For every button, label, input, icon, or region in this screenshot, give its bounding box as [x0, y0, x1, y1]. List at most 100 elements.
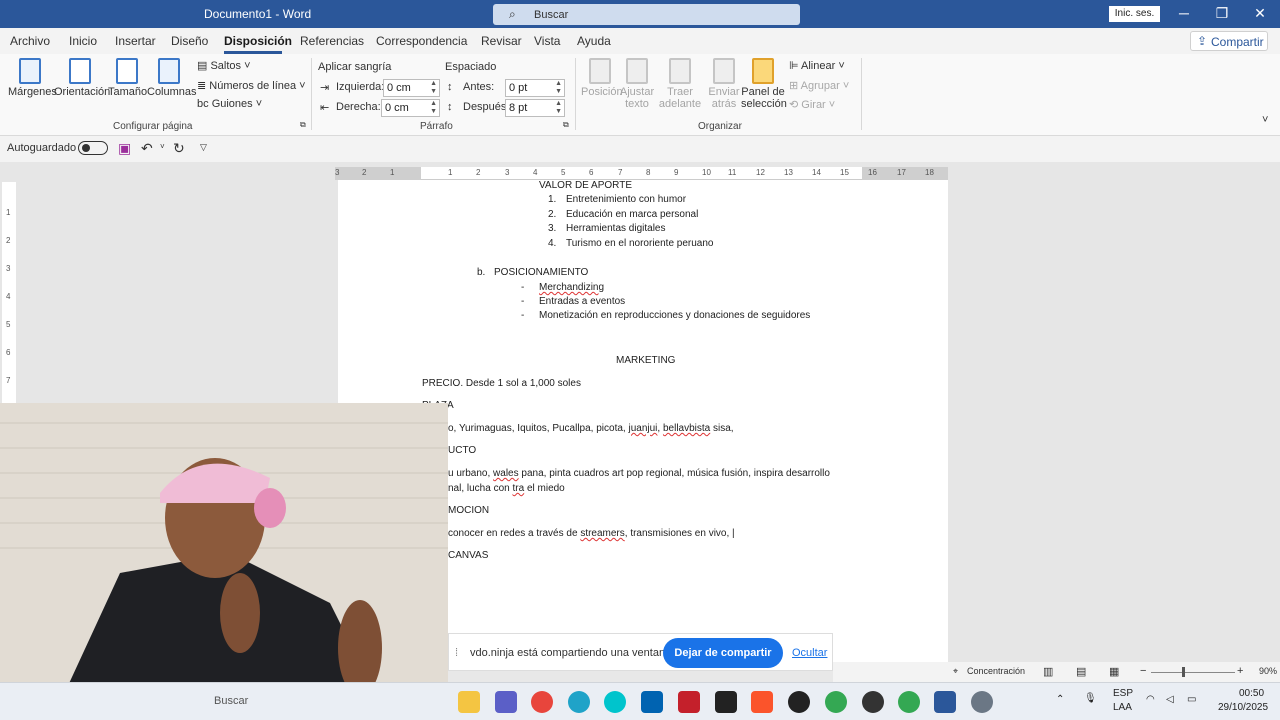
store-icon[interactable] [641, 691, 663, 713]
read-mode-icon[interactable]: ▥ [1043, 665, 1053, 678]
tab-revisar[interactable]: Revisar [481, 34, 522, 48]
margins-button[interactable]: Márgenes [8, 58, 57, 98]
tab-referencias[interactable]: Referencias [300, 34, 364, 48]
word-icon[interactable] [934, 691, 956, 713]
volume-icon[interactable]: ◁ [1166, 694, 1174, 705]
spinner-arrows-icon[interactable]: ▲ ▼ [555, 100, 562, 116]
undo-dropdown-icon[interactable]: ˅ [160, 142, 165, 151]
spinner-arrows-icon[interactable]: ▲ ▼ [555, 80, 562, 96]
collapse-ribbon-icon[interactable]: ˅ [1262, 114, 1268, 126]
bring-forward-button[interactable]: Traer adelante [655, 58, 705, 110]
print-layout-icon[interactable]: ▤ [1076, 665, 1086, 678]
tab-correspondencia[interactable]: Correspondencia [376, 34, 467, 48]
chrome-alt-icon[interactable] [898, 691, 920, 713]
columns-button[interactable]: Columnas [147, 58, 197, 98]
tab-archivo[interactable]: Archivo [10, 34, 50, 48]
focus-icon[interactable]: ⌖ [953, 666, 958, 677]
clock-date[interactable]: 29/10/2025 [1218, 702, 1268, 713]
share-icon: ⇪ [1197, 34, 1208, 48]
stop-sharing-button[interactable]: Dejar de compartir [663, 638, 783, 668]
close-button[interactable]: ✕ [1250, 5, 1270, 23]
list-item: Merchandizing [539, 282, 605, 293]
line-numbers-button[interactable]: ≣ Números de línea ˅ [197, 79, 306, 92]
spinner-arrows-icon[interactable]: ▲ ▼ [430, 100, 437, 116]
autosave-toggle[interactable] [78, 141, 108, 155]
spacing-after-input[interactable]: 8 pt ▲ ▼ [505, 99, 565, 117]
tab-inicio[interactable]: Inicio [69, 34, 97, 48]
chrome-icon[interactable] [531, 691, 553, 713]
bring-forward-icon [669, 58, 691, 84]
search-box[interactable]: ⌕ Buscar [493, 4, 800, 25]
edge-icon[interactable] [568, 691, 590, 713]
chrome-profile-icon[interactable] [825, 691, 847, 713]
tab-diseno[interactable]: Diseño [171, 34, 208, 48]
maximize-button[interactable]: ❐ [1212, 5, 1232, 23]
send-backward-button[interactable]: Enviar atrás [705, 58, 743, 110]
selection-pane-button[interactable]: Panel de selección [741, 58, 787, 110]
brave-icon[interactable] [751, 691, 773, 713]
settings-icon[interactable] [971, 691, 993, 713]
minimize-button[interactable]: ─ [1174, 5, 1194, 23]
focus-mode-label[interactable]: Concentración [967, 666, 1025, 676]
spacing-before-icon: ↕ [447, 81, 453, 93]
text-run: streamers [580, 528, 625, 539]
sign-in-button[interactable]: Inic. ses. [1109, 6, 1160, 22]
orientation-button[interactable]: Orientación [54, 58, 110, 98]
orientation-icon [69, 58, 91, 84]
ruler-tick: 3 [335, 168, 340, 177]
obs-icon[interactable] [862, 691, 884, 713]
zoom-out-button[interactable]: − [1140, 665, 1146, 677]
share-button[interactable]: ⇪ Compartir [1190, 31, 1268, 51]
group-button[interactable]: ⊞ Agrupar ˅ [789, 79, 849, 92]
tab-vista[interactable]: Vista [534, 34, 560, 48]
zoom-level[interactable]: 90% [1259, 666, 1277, 676]
list-number: 4. [548, 238, 557, 249]
wifi-icon[interactable]: ◠ [1146, 694, 1155, 705]
tab-disposicion[interactable]: Disposición [224, 34, 292, 48]
clock-time[interactable]: 00:50 [1239, 688, 1264, 699]
zoom-slider-track[interactable] [1151, 672, 1235, 673]
rotate-button[interactable]: ⟲ Girar ˅ [789, 98, 835, 111]
drag-handle-icon[interactable]: ⁞ [455, 647, 458, 659]
ribbon: Márgenes Orientación Tamaño Columnas ▤ S… [0, 54, 1280, 136]
hyphenation-button[interactable]: bc Guiones ˅ [197, 98, 262, 110]
wrap-text-button[interactable]: Ajustar texto [619, 58, 655, 110]
arrange-group-label: Organizar [698, 121, 742, 132]
align-button[interactable]: ⊫ Alinear ˅ [789, 59, 845, 72]
indent-left-input[interactable]: 0 cm ▲ ▼ [383, 79, 440, 97]
zoom-in-button[interactable]: + [1237, 665, 1243, 677]
microphone-icon[interactable]: 🎙 [1084, 693, 1097, 704]
tray-chevron-icon[interactable]: ⌃ [1056, 694, 1064, 705]
capcut-icon[interactable] [715, 691, 737, 713]
customize-toolbar-icon[interactable]: ▽ [200, 142, 207, 153]
redo-icon[interactable]: ↻ [173, 140, 185, 157]
spacing-before-input[interactable]: 0 pt ▲ ▼ [505, 79, 565, 97]
file-explorer-icon[interactable] [458, 691, 480, 713]
spinner-arrows-icon[interactable]: ▲ ▼ [430, 80, 437, 96]
tab-ayuda[interactable]: Ayuda [577, 34, 611, 48]
sharing-message: vdo.ninja está compartiendo una ventana. [470, 647, 675, 659]
price-line: PRECIO. Desde 1 sol a 1,000 soles [422, 378, 581, 389]
breaks-icon: ▤ [197, 60, 211, 72]
web-layout-icon[interactable]: ▦ [1109, 665, 1119, 678]
size-button[interactable]: Tamaño [108, 58, 147, 98]
paragraph-launcher-icon[interactable]: ⧉ [563, 120, 569, 130]
undo-icon[interactable]: ↶ [141, 140, 153, 157]
taskbar-search-label[interactable]: Buscar [214, 695, 248, 707]
language-code[interactable]: ESP [1113, 688, 1133, 699]
battery-icon[interactable]: ▭ [1187, 694, 1196, 705]
position-button[interactable]: Posición [581, 58, 623, 98]
zoom-slider-thumb[interactable] [1182, 667, 1185, 677]
mcafee-icon[interactable] [678, 691, 700, 713]
language-region[interactable]: LAA [1113, 702, 1132, 713]
tab-insertar[interactable]: Insertar [115, 34, 156, 48]
save-icon[interactable]: ▣ [118, 140, 131, 157]
heading-value: VALOR DE APORTE [539, 180, 632, 191]
breaks-button[interactable]: ▤ Saltos ˅ [197, 59, 251, 72]
hide-link[interactable]: Ocultar [792, 647, 827, 659]
page-setup-launcher-icon[interactable]: ⧉ [300, 120, 306, 130]
canva-icon[interactable] [604, 691, 626, 713]
media-player-icon[interactable] [788, 691, 810, 713]
indent-right-input[interactable]: 0 cm ▲ ▼ [381, 99, 440, 117]
teams-icon[interactable] [495, 691, 517, 713]
